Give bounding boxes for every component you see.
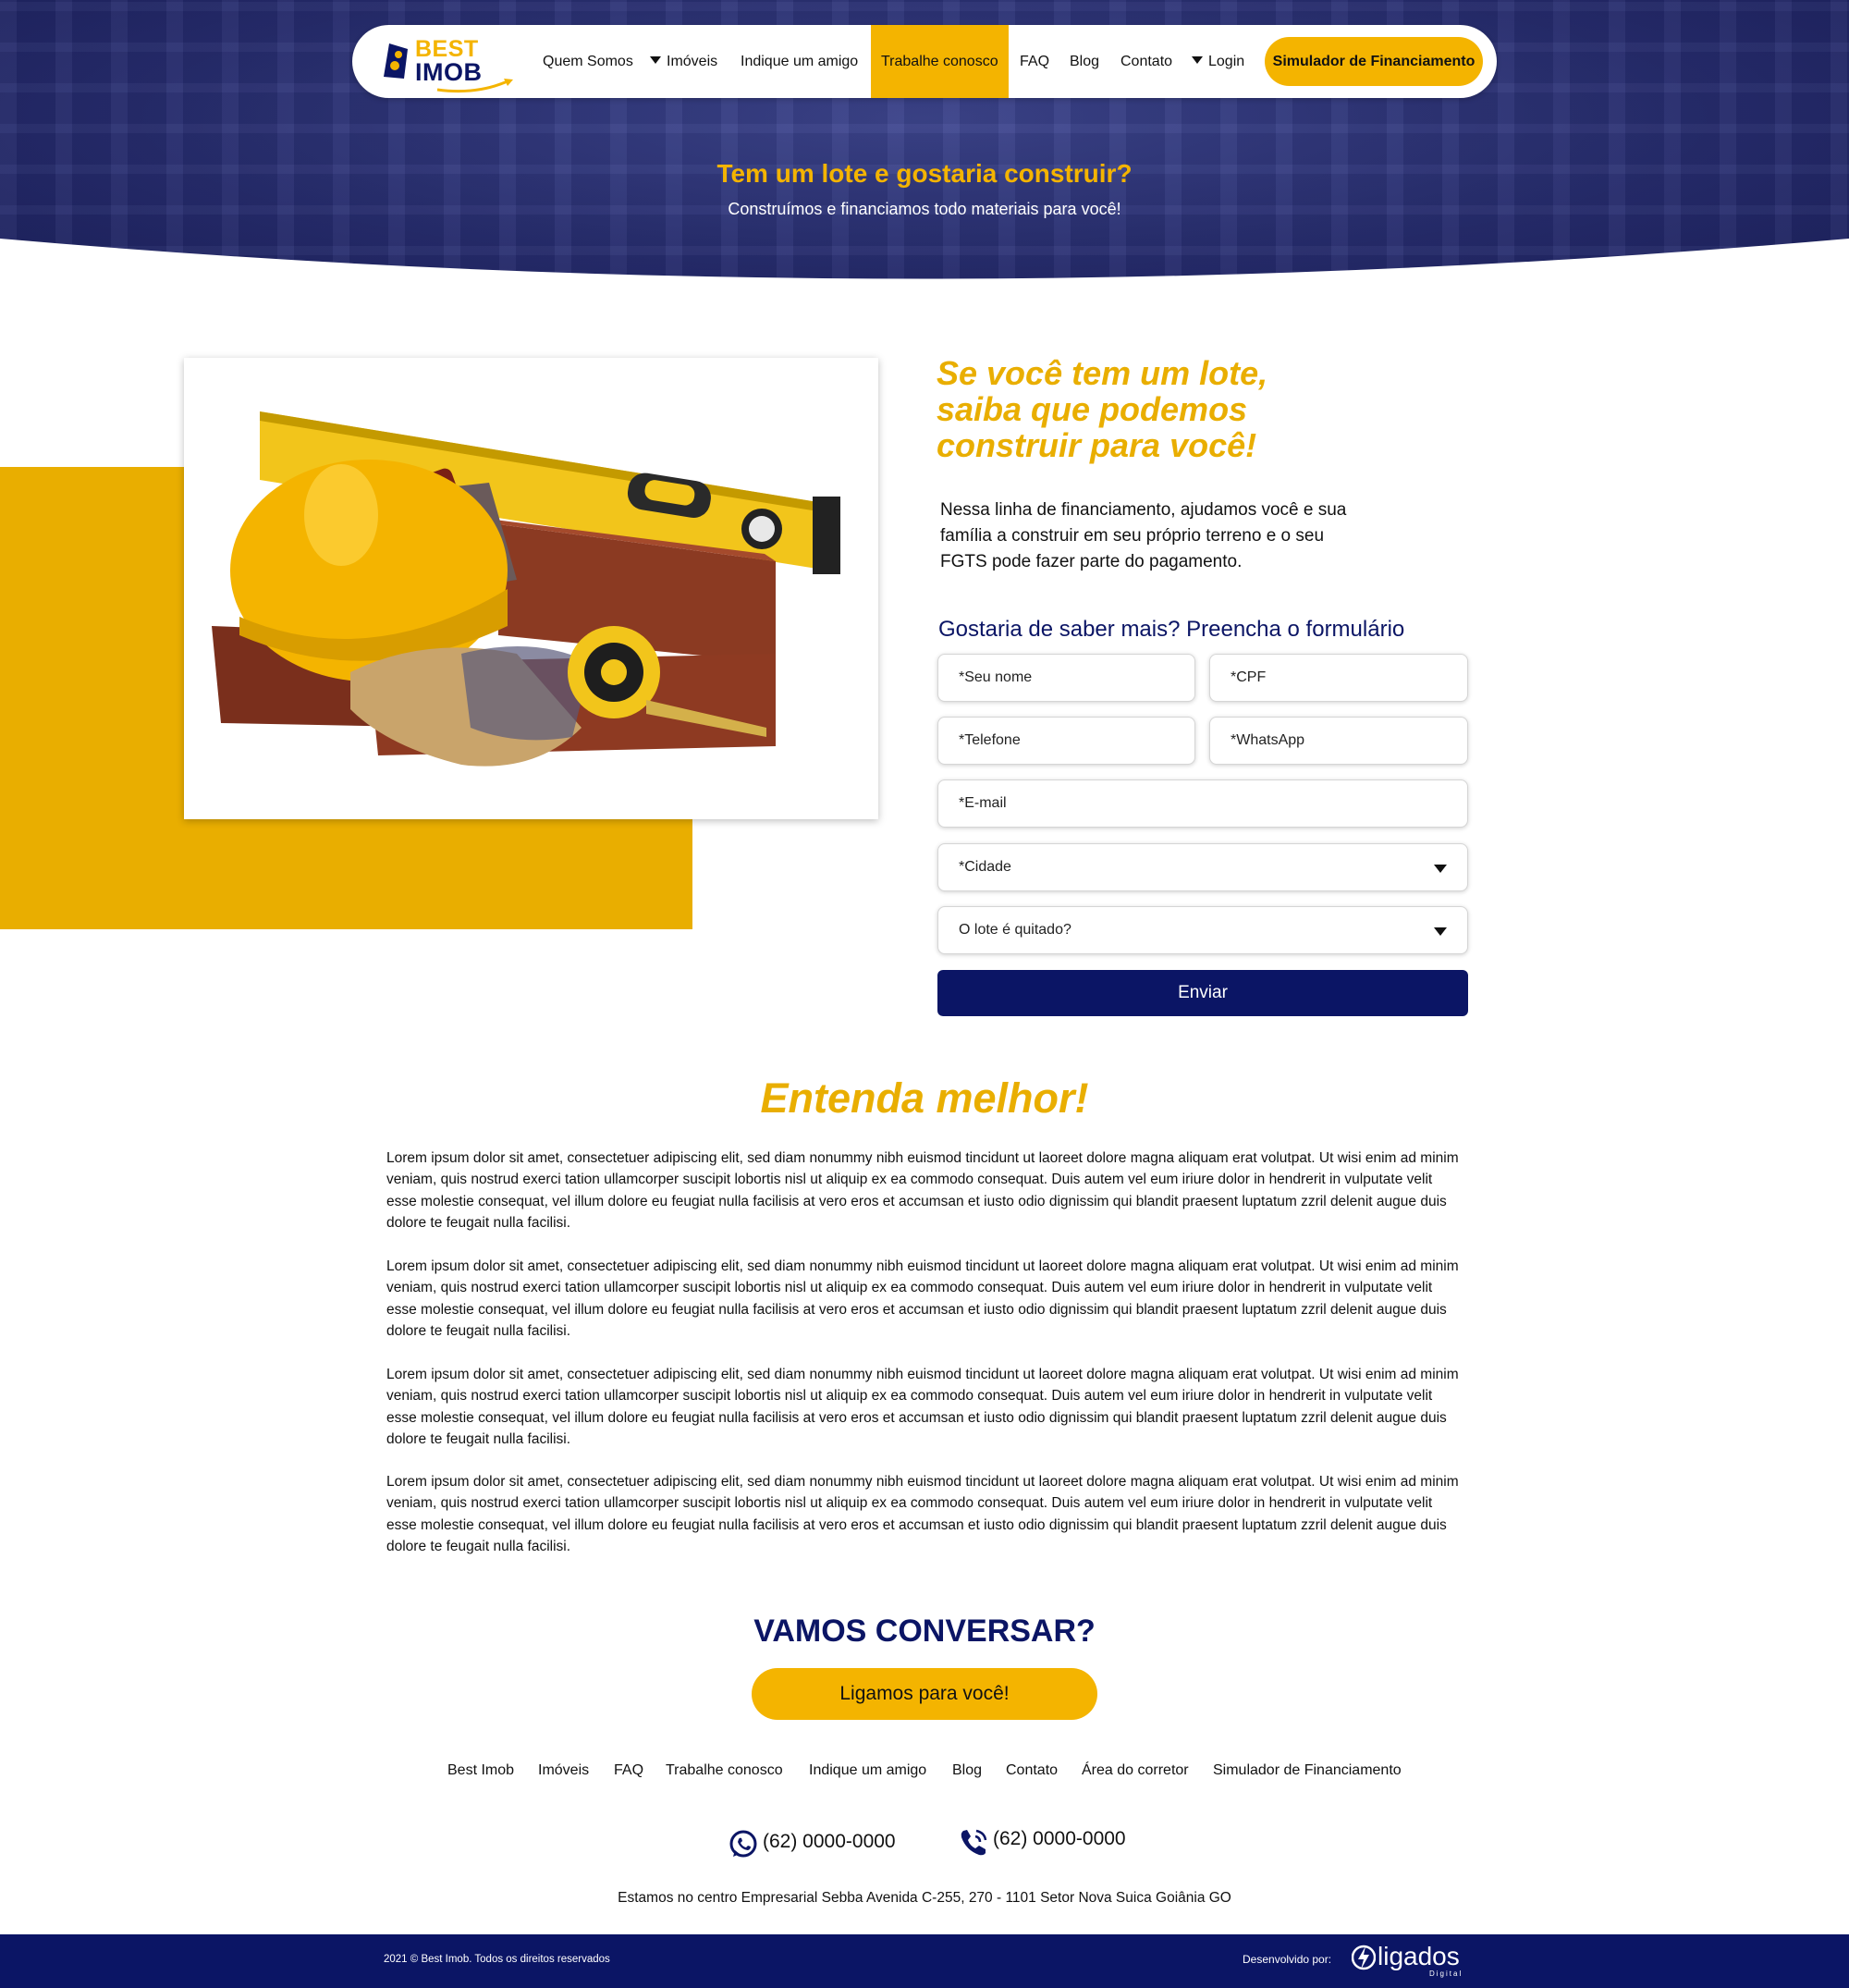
phone-number[interactable]: (62) 0000-0000 (993, 1828, 1126, 1850)
footer-link-simulador[interactable]: Simulador de Financiamento (1213, 1762, 1402, 1779)
nav-blog[interactable]: Blog (1070, 25, 1099, 98)
whatsapp-icon (729, 1830, 757, 1858)
entenda-paragraph: Lorem ipsum dolor sit amet, consectetuer… (386, 1258, 1459, 1340)
tools-illustration (212, 411, 840, 767)
nav-imoveis-label: Imóveis (667, 54, 718, 69)
pitch-title-line-3: construir para você! (937, 426, 1257, 464)
footer-link-indique[interactable]: Indique um amigo (809, 1762, 926, 1779)
dropdown-arrow-icon (1434, 865, 1447, 873)
nav-contato[interactable]: Contato (1120, 25, 1172, 98)
simulador-button[interactable]: Simulador de Financiamento (1265, 37, 1483, 86)
form-title: Gostaria de saber mais? Preencha o formu… (938, 617, 1405, 642)
phone-field[interactable]: *Telefone (937, 717, 1195, 765)
contact-title: VAMOS CONVERSAR? (753, 1614, 1096, 1649)
bolt-icon (1352, 1945, 1376, 1970)
lot-paid-select-value: O lote é quitado? (959, 922, 1071, 938)
pitch-title-line-2: saiba que podemos (937, 390, 1248, 428)
phone-icon (961, 1829, 987, 1856)
footer-link-trabalhe[interactable]: Trabalhe conosco (666, 1762, 783, 1779)
footer-link-corretor[interactable]: Área do corretor (1082, 1762, 1189, 1779)
pitch-title: Se você tem um lote, saiba que podemos c… (937, 355, 1353, 463)
entenda-paragraph: Lorem ipsum dolor sit amet, consectetuer… (386, 1150, 1459, 1232)
city-select-value: *Cidade (959, 859, 1011, 875)
bottom-bar: 2021 © Best Imob. Todos os direitos rese… (0, 1934, 1849, 1988)
logo[interactable]: BEST IMOB (380, 32, 513, 93)
submit-button[interactable]: Enviar (937, 970, 1468, 1016)
dev-name: ligados (1378, 1942, 1460, 1970)
nav-trabalhe-conosco[interactable]: Trabalhe conosco (871, 25, 1009, 98)
entenda-paragraph: Lorem ipsum dolor sit amet, consectetuer… (386, 1367, 1459, 1448)
email-field[interactable]: *E-mail (937, 779, 1468, 828)
dev-sub: Digital (1429, 1970, 1463, 1978)
dropdown-arrow-icon (1434, 927, 1447, 936)
lot-paid-select[interactable]: O lote é quitado? (937, 906, 1468, 954)
nav-login-label: Login (1208, 54, 1245, 69)
construction-tools-image (184, 358, 878, 819)
call-me-button[interactable]: Ligamos para você! (752, 1668, 1097, 1720)
whatsapp-number[interactable]: (62) 0000-0000 (763, 1831, 896, 1853)
pitch-text: Nessa linha de financiamento, ajudamos v… (940, 500, 1347, 571)
navbar: BEST IMOB Quem Somos Imóveis Indique um … (352, 25, 1497, 98)
caret-down-icon (650, 56, 661, 64)
address: Estamos no centro Empresarial Sebba Aven… (618, 1890, 1231, 1906)
ligados-logo[interactable]: ligados Digital (1352, 1942, 1468, 1979)
footer-link-imoveis[interactable]: Imóveis (538, 1762, 589, 1779)
footer-link-contato[interactable]: Contato (1006, 1762, 1058, 1779)
nav-login[interactable]: Login (1192, 25, 1244, 98)
copyright: 2021 © Best Imob. Todos os direitos rese… (384, 1954, 610, 1965)
city-select[interactable]: *Cidade (937, 843, 1468, 891)
footer-link-faq[interactable]: FAQ (614, 1762, 643, 1779)
entenda-title: Entenda melhor! (760, 1074, 1089, 1122)
nav-quem-somos[interactable]: Quem Somos (543, 25, 633, 98)
entenda-paragraph: Lorem ipsum dolor sit amet, consectetuer… (386, 1474, 1459, 1555)
developed-by-label: Desenvolvido por: (1243, 1953, 1332, 1966)
name-field[interactable]: *Seu nome (937, 654, 1195, 702)
swoosh-icon (436, 79, 513, 93)
nav-imoveis[interactable]: Imóveis (650, 25, 717, 98)
hero-title: Tem um lote e gostaria construir? (716, 159, 1133, 188)
footer-link-blog[interactable]: Blog (952, 1762, 982, 1779)
tag-icon (384, 43, 408, 79)
pitch-title-line-1: Se você tem um lote, (937, 354, 1268, 392)
footer-link-best-imob[interactable]: Best Imob (447, 1762, 514, 1779)
nav-faq[interactable]: FAQ (1020, 25, 1049, 98)
caret-down-icon (1192, 56, 1203, 64)
whatsapp-field[interactable]: *WhatsApp (1209, 717, 1468, 765)
cpf-field[interactable]: *CPF (1209, 654, 1468, 702)
nav-indique[interactable]: Indique um amigo (741, 25, 858, 98)
hero-subtitle: Construímos e financiamos todo materiais… (728, 200, 1121, 218)
